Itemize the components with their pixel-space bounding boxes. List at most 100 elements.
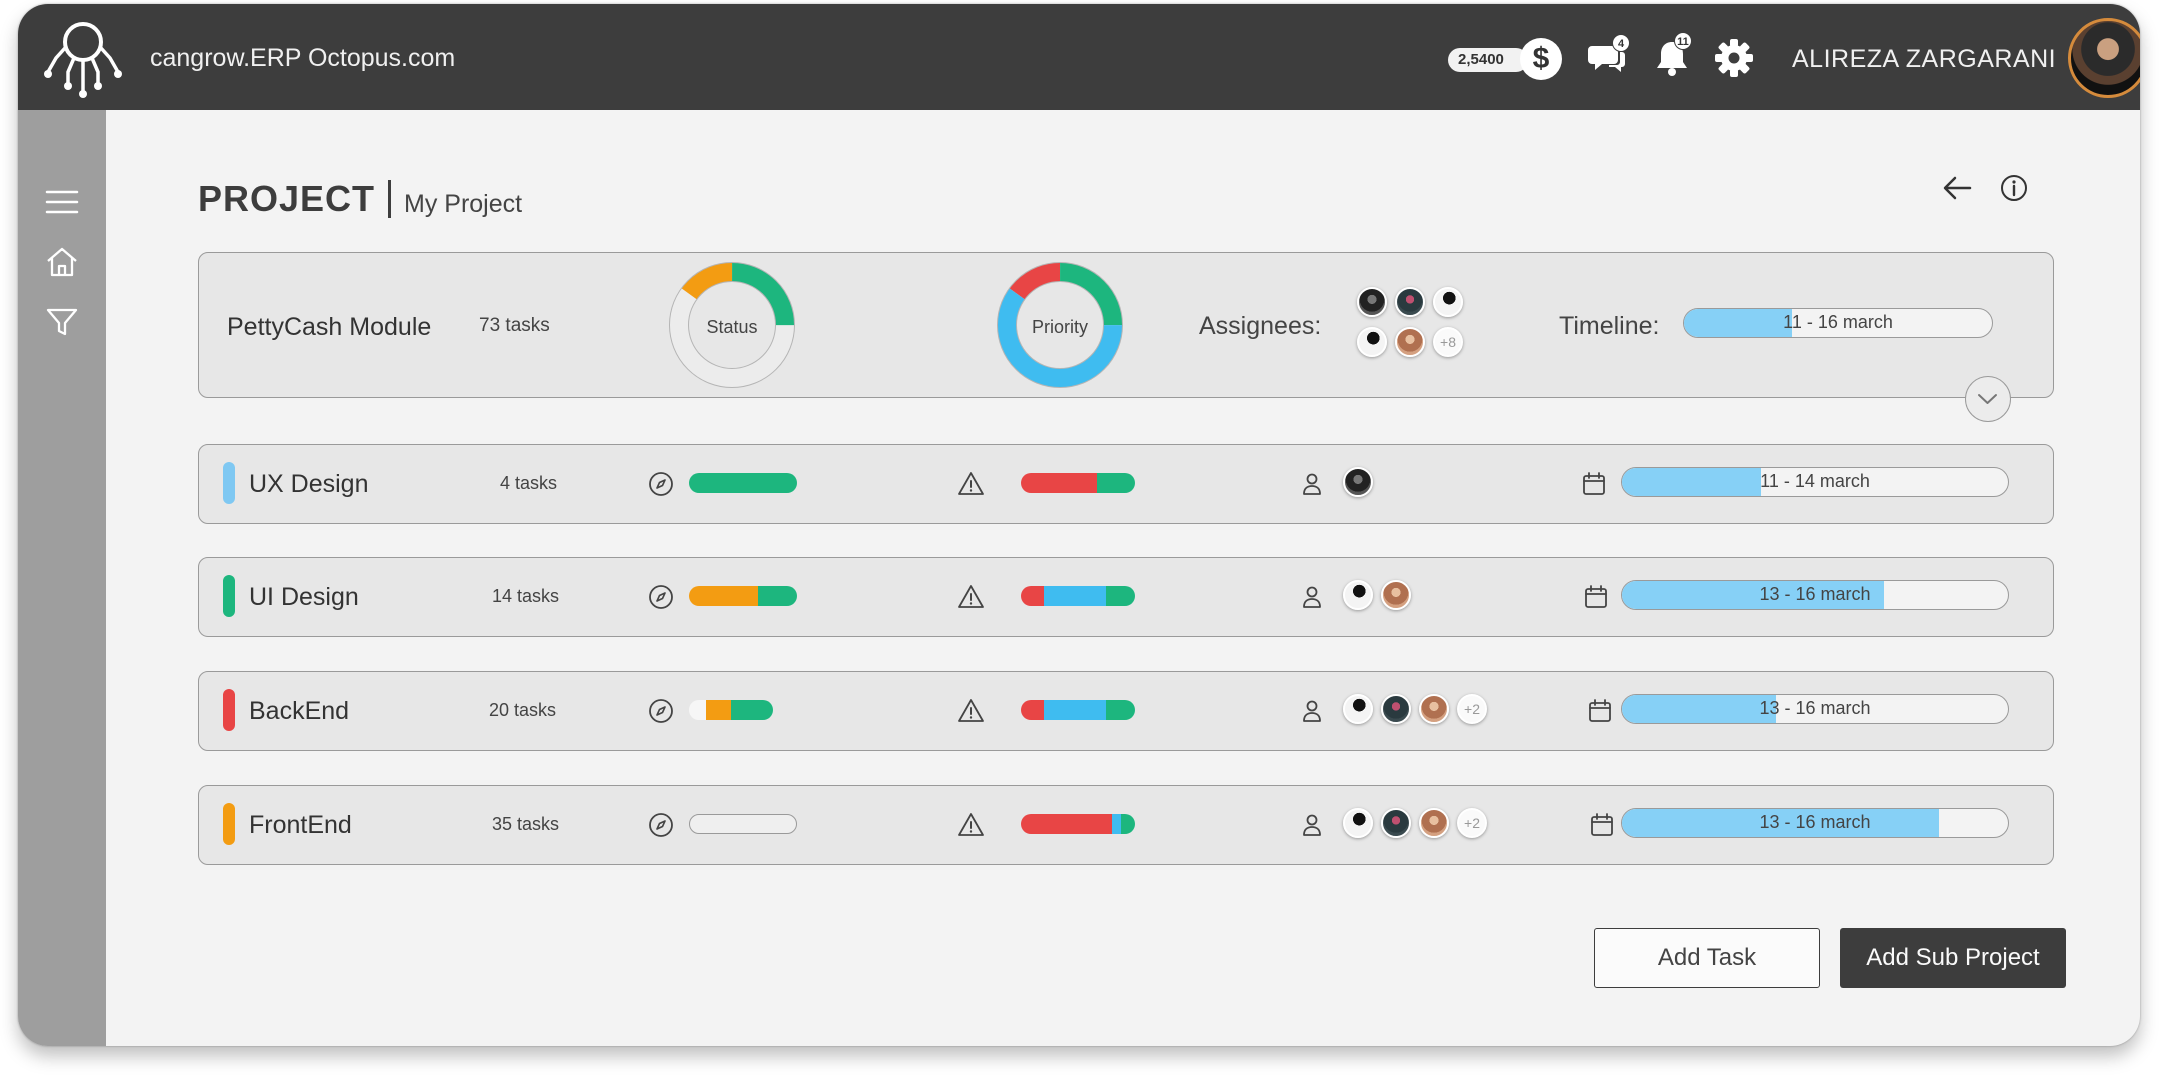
timeline-bar[interactable]: 11 - 14 march <box>1621 467 2009 497</box>
priority-bar[interactable] <box>1021 700 1135 720</box>
row-task-count: 4 tasks <box>500 473 558 493</box>
timeline-text: 13 - 16 march <box>1759 698 1871 718</box>
status-icon-wrap <box>646 469 676 499</box>
row-task-count: 14 tasks <box>492 586 560 606</box>
assignees-more-badge[interactable]: +8 <box>1433 327 1463 357</box>
sidebar <box>18 110 106 1046</box>
expand-button[interactable] <box>1965 376 2011 422</box>
assignee-icon-wrap <box>1297 582 1327 612</box>
priority-donut-label: Priority <box>1031 317 1088 337</box>
info-icon[interactable] <box>1998 172 2030 204</box>
person-icon <box>1303 473 1321 495</box>
project-summary-card[interactable]: PettyCash Module 73 tasks Status Priorit… <box>198 252 2054 422</box>
row-color-indicator <box>223 575 235 617</box>
project-task-count: 73 tasks <box>479 315 550 336</box>
priority-bar[interactable] <box>1021 586 1135 606</box>
bar-segment <box>1021 473 1098 493</box>
app-window: cangrow.ERP Octopus.com 2,5400 $ 4 11 AL… <box>18 4 2140 1046</box>
status-bar[interactable] <box>689 700 773 720</box>
bar-segment <box>1097 473 1135 493</box>
timeline-bar[interactable]: 13 - 16 march <box>1621 580 2009 610</box>
bar-segment <box>1112 814 1122 834</box>
filter-icon[interactable] <box>44 304 80 340</box>
calendar-icon-wrap <box>1579 469 1609 499</box>
timeline-bar[interactable]: 13 - 16 march <box>1621 808 2009 838</box>
octopus-logo-icon[interactable] <box>38 12 128 102</box>
avatar[interactable] <box>1343 580 1373 610</box>
person-icon <box>1303 814 1321 836</box>
messages-count-badge: 4 <box>1612 34 1630 52</box>
avatar[interactable] <box>1343 808 1373 838</box>
dollar-icon[interactable]: $ <box>1520 38 1562 80</box>
row-name[interactable]: UI Design <box>249 583 359 612</box>
assignees-more-badge[interactable]: +2 <box>1457 808 1487 838</box>
sub-project-row[interactable]: BackEnd 20 tasks +2 13 - 16 march <box>198 671 2054 751</box>
compass-icon <box>649 472 673 496</box>
row-name[interactable]: UX Design <box>249 470 369 499</box>
timeline-text: 13 - 16 march <box>1759 584 1871 604</box>
avatar[interactable] <box>1343 694 1373 724</box>
priority-donut-chart[interactable]: Priority <box>995 260 1125 390</box>
priority-bar[interactable] <box>1021 473 1135 493</box>
avatar[interactable] <box>1357 327 1387 357</box>
calendar-icon <box>1589 699 1611 722</box>
status-donut-chart[interactable]: Status <box>667 260 797 390</box>
avatar[interactable] <box>1419 694 1449 724</box>
assignee-icon-wrap <box>1297 810 1327 840</box>
messages-button[interactable]: 4 <box>1586 34 1630 80</box>
priority-icon-wrap <box>956 696 986 726</box>
bar-segment <box>705 700 731 720</box>
compass-icon <box>649 813 673 837</box>
avatar[interactable] <box>1419 808 1449 838</box>
compass-icon <box>649 699 673 723</box>
row-name[interactable]: BackEnd <box>249 697 349 726</box>
timeline-bar[interactable]: 13 - 16 march <box>1621 694 2009 724</box>
priority-icon-wrap <box>956 469 986 499</box>
row-task-count: 35 tasks <box>492 814 560 834</box>
bar-segment <box>1021 700 1044 720</box>
bar-segment <box>1043 586 1107 606</box>
avatar[interactable] <box>1395 287 1425 317</box>
warning-triangle-icon <box>958 585 984 608</box>
home-icon[interactable] <box>44 244 80 280</box>
avatar[interactable] <box>1357 287 1387 317</box>
add-sub-project-button[interactable]: Add Sub Project <box>1840 928 2066 988</box>
add-task-button[interactable]: Add Task <box>1594 928 1820 988</box>
status-bar[interactable] <box>689 586 797 606</box>
warning-triangle-icon <box>958 813 984 836</box>
back-arrow-icon[interactable] <box>1940 170 1976 206</box>
assignees-more-badge[interactable]: +2 <box>1457 694 1487 724</box>
timeline-bar[interactable]: 11 - 16 march <box>1683 308 1993 338</box>
priority-icon-wrap <box>956 810 986 840</box>
timeline-text: 11 - 14 march <box>1760 471 1870 491</box>
status-icon-wrap <box>646 810 676 840</box>
status-bar[interactable] <box>689 473 797 493</box>
status-icon-wrap <box>646 582 676 612</box>
avatar[interactable] <box>1433 287 1463 317</box>
timeline-text: 11 - 16 march <box>1783 312 1893 332</box>
avatar[interactable] <box>1381 694 1411 724</box>
settings-button[interactable] <box>1712 36 1756 80</box>
avatar[interactable] <box>1395 327 1425 357</box>
sub-project-row[interactable]: FrontEnd 35 tasks +2 13 - 16 march <box>198 785 2054 865</box>
avatar[interactable] <box>1343 467 1373 497</box>
calendar-icon-wrap <box>1585 696 1615 726</box>
user-name[interactable]: ALIREZA ZARGARANI <box>1792 45 2056 74</box>
notifications-button[interactable]: 11 <box>1650 32 1694 80</box>
timeline-text: 13 - 16 march <box>1759 812 1871 832</box>
bar-segment <box>1106 586 1135 606</box>
status-bar[interactable] <box>689 814 797 834</box>
avatar[interactable] <box>1381 580 1411 610</box>
priority-bar[interactable] <box>1021 814 1135 834</box>
sub-project-row[interactable]: UX Design 4 tasks 11 - 14 march <box>198 444 2054 524</box>
calendar-icon <box>1591 813 1613 836</box>
avatar[interactable] <box>1381 808 1411 838</box>
row-color-indicator <box>223 462 235 504</box>
warning-triangle-icon <box>958 699 984 722</box>
status-icon-wrap <box>646 696 676 726</box>
user-avatar[interactable] <box>2068 18 2140 98</box>
bar-segment <box>1121 814 1135 834</box>
row-name[interactable]: FrontEnd <box>249 811 352 840</box>
menu-icon[interactable] <box>44 184 80 220</box>
sub-project-row[interactable]: UI Design 14 tasks 13 - 16 march <box>198 557 2054 637</box>
